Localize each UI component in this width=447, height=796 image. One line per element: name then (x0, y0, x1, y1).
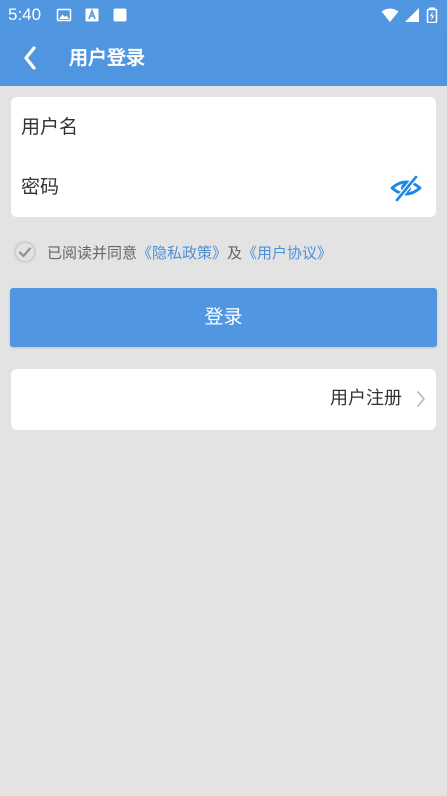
privacy-policy-link[interactable]: 《隐私政策》 (137, 244, 227, 262)
login-button[interactable]: 登录 (10, 288, 437, 347)
status-bar: 5:40 (0, 0, 447, 30)
user-agreement-link[interactable]: 《用户协议》 (242, 244, 332, 262)
eye-off-icon[interactable] (389, 171, 423, 205)
agree-checkbox[interactable] (13, 240, 37, 264)
signal-icon (405, 8, 419, 22)
agreement-connector: 及 (227, 244, 243, 262)
square-icon (113, 8, 127, 22)
register-row[interactable]: 用户注册 (11, 369, 436, 430)
password-input[interactable] (101, 169, 385, 207)
agreement-text: 已阅读并同意《隐私政策》及《用户协议》 (47, 243, 332, 263)
agreement-row: 已阅读并同意《隐私政策》及《用户协议》 (13, 240, 433, 266)
password-row: 密码 (11, 157, 436, 217)
username-row: 用户名 (11, 97, 436, 157)
login-form-card: 用户名 密码 (11, 97, 436, 217)
image-icon (56, 8, 72, 22)
register-label: 用户注册 (330, 388, 402, 409)
text-a-icon (85, 8, 99, 22)
agreement-prefix: 已阅读并同意 (47, 244, 138, 262)
back-button[interactable] (12, 40, 48, 76)
username-input[interactable] (101, 109, 385, 147)
chevron-right-icon (417, 391, 425, 407)
password-label: 密码 (21, 176, 60, 198)
wifi-icon (381, 8, 399, 22)
app-bar: 用户登录 (0, 30, 447, 86)
page-title: 用户登录 (69, 47, 146, 69)
status-time: 5:40 (8, 5, 42, 24)
username-label: 用户名 (21, 116, 79, 138)
battery-charging-icon (426, 7, 438, 23)
chevron-left-icon (24, 46, 36, 70)
